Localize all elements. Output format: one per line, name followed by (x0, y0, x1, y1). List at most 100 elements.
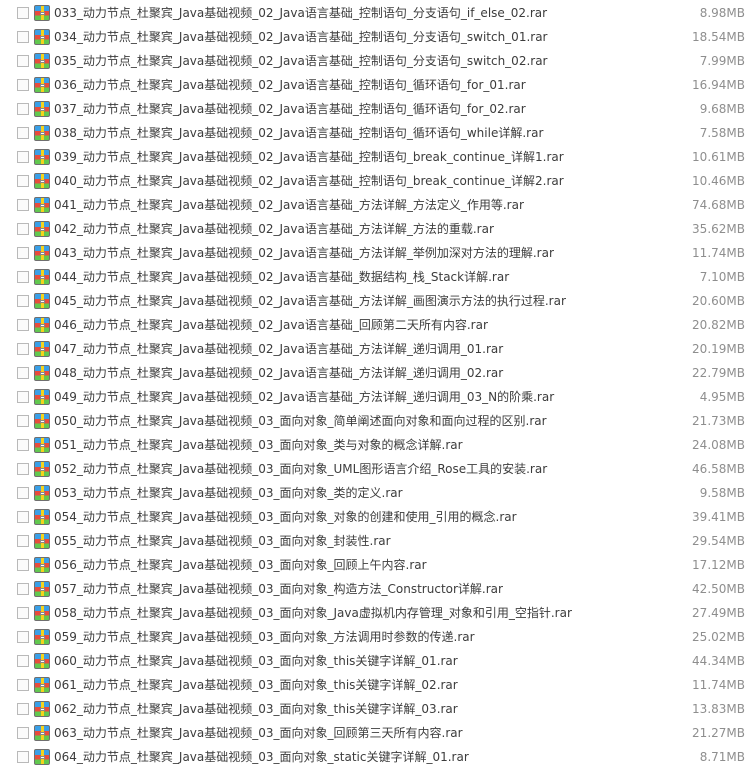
file-row[interactable]: 043_动力节点_杜聚宾_Java基础视频_02_Java语言基础_方法详解_举… (0, 242, 753, 266)
file-name[interactable]: 043_动力节点_杜聚宾_Java基础视频_02_Java语言基础_方法详解_举… (54, 245, 554, 261)
file-checkbox[interactable] (17, 295, 29, 307)
file-name[interactable]: 054_动力节点_杜聚宾_Java基础视频_03_面向对象_对象的创建和使用_引… (54, 509, 517, 525)
file-name[interactable]: 034_动力节点_杜聚宾_Java基础视频_02_Java语言基础_控制语句_分… (54, 29, 548, 45)
file-name[interactable]: 053_动力节点_杜聚宾_Java基础视频_03_面向对象_类的定义.rar (54, 485, 403, 501)
file-checkbox[interactable] (17, 727, 29, 739)
file-row[interactable]: 060_动力节点_杜聚宾_Java基础视频_03_面向对象_this关键字详解_… (0, 650, 753, 674)
file-checkbox[interactable] (17, 343, 29, 355)
file-row[interactable]: 056_动力节点_杜聚宾_Java基础视频_03_面向对象_回顾上午内容.rar… (0, 554, 753, 578)
file-row[interactable]: 058_动力节点_杜聚宾_Java基础视频_03_面向对象_Java虚拟机内存管… (0, 602, 753, 626)
file-name[interactable]: 035_动力节点_杜聚宾_Java基础视频_02_Java语言基础_控制语句_分… (54, 53, 548, 69)
file-name[interactable]: 049_动力节点_杜聚宾_Java基础视频_02_Java语言基础_方法详解_递… (54, 389, 554, 405)
file-name[interactable]: 051_动力节点_杜聚宾_Java基础视频_03_面向对象_类与对象的概念详解.… (54, 437, 463, 453)
file-checkbox[interactable] (17, 199, 29, 211)
file-row[interactable]: 039_动力节点_杜聚宾_Java基础视频_02_Java语言基础_控制语句_b… (0, 146, 753, 170)
file-checkbox[interactable] (17, 271, 29, 283)
file-name[interactable]: 061_动力节点_杜聚宾_Java基础视频_03_面向对象_this关键字详解_… (54, 677, 458, 693)
file-name[interactable]: 037_动力节点_杜聚宾_Java基础视频_02_Java语言基础_控制语句_循… (54, 101, 526, 117)
rar-archive-icon (34, 437, 50, 453)
file-name[interactable]: 041_动力节点_杜聚宾_Java基础视频_02_Java语言基础_方法详解_方… (54, 197, 524, 213)
file-name[interactable]: 062_动力节点_杜聚宾_Java基础视频_03_面向对象_this关键字详解_… (54, 701, 458, 717)
file-row[interactable]: 034_动力节点_杜聚宾_Java基础视频_02_Java语言基础_控制语句_分… (0, 26, 753, 50)
file-checkbox[interactable] (17, 247, 29, 259)
file-name[interactable]: 042_动力节点_杜聚宾_Java基础视频_02_Java语言基础_方法详解_方… (54, 221, 494, 237)
file-row[interactable]: 035_动力节点_杜聚宾_Java基础视频_02_Java语言基础_控制语句_分… (0, 50, 753, 74)
file-row[interactable]: 062_动力节点_杜聚宾_Java基础视频_03_面向对象_this关键字详解_… (0, 698, 753, 722)
file-row[interactable]: 059_动力节点_杜聚宾_Java基础视频_03_面向对象_方法调用时参数的传递… (0, 626, 753, 650)
file-checkbox[interactable] (17, 127, 29, 139)
file-checkbox[interactable] (17, 463, 29, 475)
file-row[interactable]: 048_动力节点_杜聚宾_Java基础视频_02_Java语言基础_方法详解_递… (0, 362, 753, 386)
file-checkbox[interactable] (17, 319, 29, 331)
file-name[interactable]: 055_动力节点_杜聚宾_Java基础视频_03_面向对象_封装性.rar (54, 533, 391, 549)
file-checkbox[interactable] (17, 415, 29, 427)
file-row[interactable]: 038_动力节点_杜聚宾_Java基础视频_02_Java语言基础_控制语句_循… (0, 122, 753, 146)
file-name[interactable]: 050_动力节点_杜聚宾_Java基础视频_03_面向对象_简单阐述面向对象和面… (54, 413, 547, 429)
file-row[interactable]: 064_动力节点_杜聚宾_Java基础视频_03_面向对象_static关键字详… (0, 746, 753, 770)
file-name[interactable]: 044_动力节点_杜聚宾_Java基础视频_02_Java语言基础_数据结构_栈… (54, 269, 509, 285)
file-checkbox[interactable] (17, 559, 29, 571)
file-name[interactable]: 060_动力节点_杜聚宾_Java基础视频_03_面向对象_this关键字详解_… (54, 653, 458, 669)
file-row[interactable]: 055_动力节点_杜聚宾_Java基础视频_03_面向对象_封装性.rar 29.… (0, 530, 753, 554)
file-checkbox[interactable] (17, 439, 29, 451)
file-name[interactable]: 052_动力节点_杜聚宾_Java基础视频_03_面向对象_UML图形语言介绍_… (54, 461, 547, 477)
file-row[interactable]: 036_动力节点_杜聚宾_Java基础视频_02_Java语言基础_控制语句_循… (0, 74, 753, 98)
rar-archive-icon (34, 749, 50, 765)
file-checkbox[interactable] (17, 79, 29, 91)
file-row[interactable]: 033_动力节点_杜聚宾_Java基础视频_02_Java语言基础_控制语句_分… (0, 2, 753, 26)
file-name[interactable]: 033_动力节点_杜聚宾_Java基础视频_02_Java语言基础_控制语句_分… (54, 5, 547, 21)
file-checkbox[interactable] (17, 511, 29, 523)
file-checkbox[interactable] (17, 367, 29, 379)
file-row[interactable]: 037_动力节点_杜聚宾_Java基础视频_02_Java语言基础_控制语句_循… (0, 98, 753, 122)
file-checkbox[interactable] (17, 679, 29, 691)
file-row[interactable]: 052_动力节点_杜聚宾_Java基础视频_03_面向对象_UML图形语言介绍_… (0, 458, 753, 482)
file-row[interactable]: 054_动力节点_杜聚宾_Java基础视频_03_面向对象_对象的创建和使用_引… (0, 506, 753, 530)
file-checkbox[interactable] (17, 175, 29, 187)
file-name[interactable]: 048_动力节点_杜聚宾_Java基础视频_02_Java语言基础_方法详解_递… (54, 365, 503, 381)
file-name[interactable]: 056_动力节点_杜聚宾_Java基础视频_03_面向对象_回顾上午内容.rar (54, 557, 427, 573)
file-checkbox[interactable] (17, 223, 29, 235)
file-row[interactable]: 046_动力节点_杜聚宾_Java基础视频_02_Java语言基础_回顾第二天所… (0, 314, 753, 338)
file-row[interactable]: 053_动力节点_杜聚宾_Java基础视频_03_面向对象_类的定义.rar 9.… (0, 482, 753, 506)
file-checkbox[interactable] (17, 391, 29, 403)
file-checkbox[interactable] (17, 751, 29, 763)
rar-archive-icon (34, 581, 50, 597)
file-row[interactable]: 061_动力节点_杜聚宾_Java基础视频_03_面向对象_this关键字详解_… (0, 674, 753, 698)
file-name[interactable]: 036_动力节点_杜聚宾_Java基础视频_02_Java语言基础_控制语句_循… (54, 77, 526, 93)
file-row[interactable]: 042_动力节点_杜聚宾_Java基础视频_02_Java语言基础_方法详解_方… (0, 218, 753, 242)
file-checkbox[interactable] (17, 655, 29, 667)
file-row[interactable]: 049_动力节点_杜聚宾_Java基础视频_02_Java语言基础_方法详解_递… (0, 386, 753, 410)
file-checkbox[interactable] (17, 535, 29, 547)
file-name[interactable]: 063_动力节点_杜聚宾_Java基础视频_03_面向对象_回顾第三天所有内容.… (54, 725, 463, 741)
file-name[interactable]: 057_动力节点_杜聚宾_Java基础视频_03_面向对象_构造方法_Const… (54, 581, 503, 597)
file-name[interactable]: 045_动力节点_杜聚宾_Java基础视频_02_Java语言基础_方法详解_画… (54, 293, 566, 309)
file-row[interactable]: 041_动力节点_杜聚宾_Java基础视频_02_Java语言基础_方法详解_方… (0, 194, 753, 218)
file-row[interactable]: 047_动力节点_杜聚宾_Java基础视频_02_Java语言基础_方法详解_递… (0, 338, 753, 362)
file-row[interactable]: 040_动力节点_杜聚宾_Java基础视频_02_Java语言基础_控制语句_b… (0, 170, 753, 194)
file-name[interactable]: 058_动力节点_杜聚宾_Java基础视频_03_面向对象_Java虚拟机内存管… (54, 605, 572, 621)
file-row[interactable]: 044_动力节点_杜聚宾_Java基础视频_02_Java语言基础_数据结构_栈… (0, 266, 753, 290)
file-name[interactable]: 046_动力节点_杜聚宾_Java基础视频_02_Java语言基础_回顾第二天所… (54, 317, 488, 333)
file-row[interactable]: 063_动力节点_杜聚宾_Java基础视频_03_面向对象_回顾第三天所有内容.… (0, 722, 753, 746)
file-name[interactable]: 059_动力节点_杜聚宾_Java基础视频_03_面向对象_方法调用时参数的传递… (54, 629, 475, 645)
file-checkbox[interactable] (17, 703, 29, 715)
file-checkbox[interactable] (17, 31, 29, 43)
file-checkbox[interactable] (17, 631, 29, 643)
file-name[interactable]: 064_动力节点_杜聚宾_Java基础视频_03_面向对象_static关键字详… (54, 749, 469, 765)
file-checkbox[interactable] (17, 583, 29, 595)
file-name[interactable]: 039_动力节点_杜聚宾_Java基础视频_02_Java语言基础_控制语句_b… (54, 149, 564, 165)
file-checkbox[interactable] (17, 607, 29, 619)
file-checkbox[interactable] (17, 103, 29, 115)
file-row[interactable]: 045_动力节点_杜聚宾_Java基础视频_02_Java语言基础_方法详解_画… (0, 290, 753, 314)
file-checkbox[interactable] (17, 151, 29, 163)
file-checkbox[interactable] (17, 55, 29, 67)
file-name[interactable]: 047_动力节点_杜聚宾_Java基础视频_02_Java语言基础_方法详解_递… (54, 341, 503, 357)
file-checkbox[interactable] (17, 487, 29, 499)
rar-archive-icon (34, 125, 50, 141)
file-name[interactable]: 040_动力节点_杜聚宾_Java基础视频_02_Java语言基础_控制语句_b… (54, 173, 564, 189)
file-checkbox[interactable] (17, 7, 29, 19)
file-name[interactable]: 038_动力节点_杜聚宾_Java基础视频_02_Java语言基础_控制语句_循… (54, 125, 543, 141)
file-row[interactable]: 050_动力节点_杜聚宾_Java基础视频_03_面向对象_简单阐述面向对象和面… (0, 410, 753, 434)
file-row[interactable]: 057_动力节点_杜聚宾_Java基础视频_03_面向对象_构造方法_Const… (0, 578, 753, 602)
file-row[interactable]: 051_动力节点_杜聚宾_Java基础视频_03_面向对象_类与对象的概念详解.… (0, 434, 753, 458)
